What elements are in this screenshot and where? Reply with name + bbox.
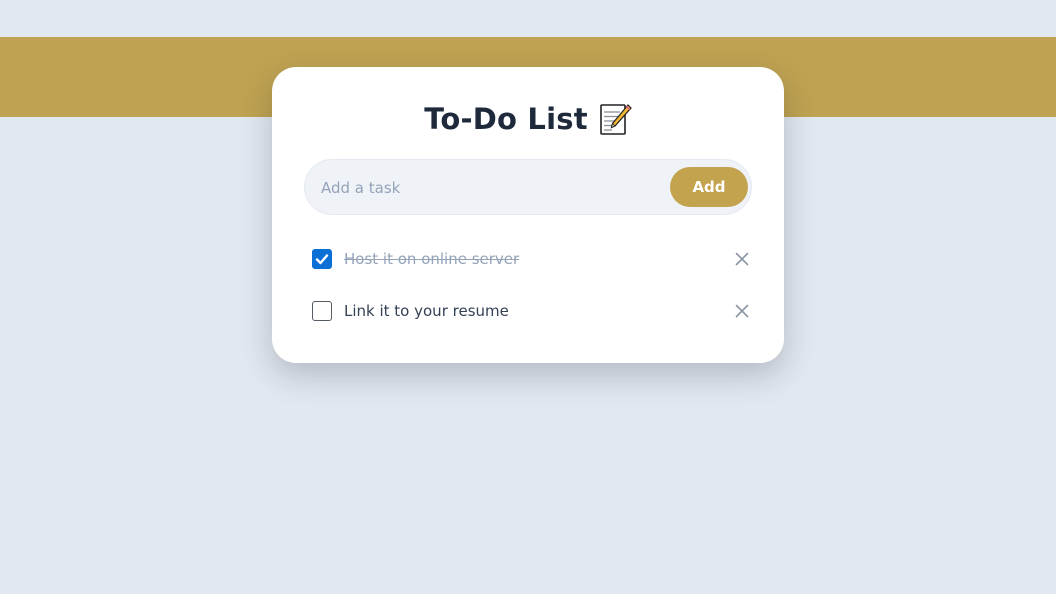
page: To-Do List Add a task Add Host it on onl… xyxy=(0,0,1056,594)
task-input[interactable] xyxy=(319,170,663,206)
page-title: To-Do List xyxy=(424,102,588,136)
task-item: Link it to your resume xyxy=(312,297,752,325)
title-row: To-Do List xyxy=(272,97,784,141)
add-task-form: Add xyxy=(304,159,752,215)
close-icon xyxy=(735,252,749,266)
task-checkbox[interactable] xyxy=(312,249,332,269)
task-checkbox[interactable] xyxy=(312,301,332,321)
close-icon xyxy=(735,304,749,318)
delete-task-button[interactable] xyxy=(732,249,752,269)
memo-icon xyxy=(598,102,632,136)
delete-task-button[interactable] xyxy=(732,301,752,321)
checkmark-icon xyxy=(315,254,329,265)
todo-card: To-Do List Add a task Add Host it on onl… xyxy=(272,67,784,363)
task-label: Link it to your resume xyxy=(344,302,509,320)
add-button[interactable]: Add xyxy=(670,167,748,207)
task-item: Host it on online server xyxy=(312,245,752,273)
task-label: Host it on online server xyxy=(344,250,520,268)
